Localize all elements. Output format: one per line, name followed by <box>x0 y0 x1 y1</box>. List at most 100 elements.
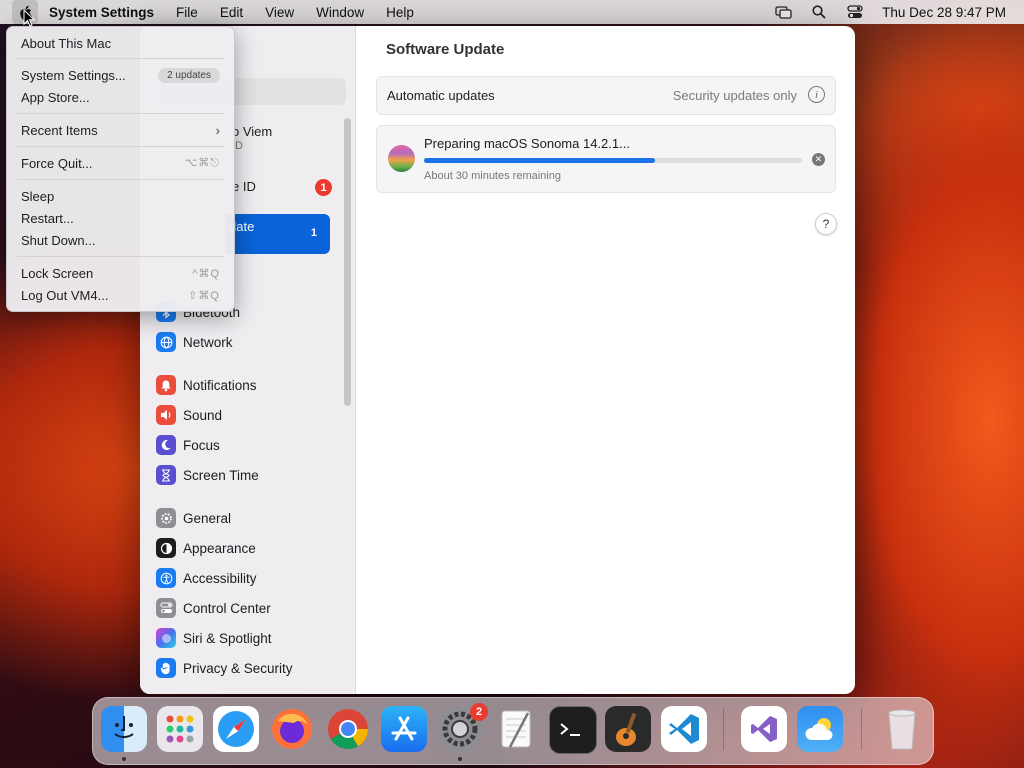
sidebar-item-label: General <box>183 510 232 526</box>
menu-edit[interactable]: Edit <box>209 5 254 20</box>
dock-safari-icon[interactable] <box>213 706 259 752</box>
sidebar-item-siri-spotlight[interactable]: Siri & Spotlight <box>156 626 272 650</box>
sidebar-item-apple-id[interactable]: e ID 1 <box>232 179 332 199</box>
hourglass-icon <box>156 465 176 485</box>
moon-icon <box>156 435 176 455</box>
menu-item-sleep[interactable]: Sleep <box>21 186 220 206</box>
menu-item-label: About This Mac <box>21 35 112 51</box>
accessibility-icon <box>156 568 176 588</box>
screen-mirroring-icon[interactable] <box>774 5 792 19</box>
shortcut-label: ⇧⌘Q <box>188 289 220 302</box>
sidebar-item-notifications[interactable]: Notifications <box>156 373 257 397</box>
menu-separator <box>17 58 224 59</box>
toggles-icon <box>156 598 176 618</box>
menu-item-log-out[interactable]: Log Out VM4... ⇧⌘Q <box>21 285 220 305</box>
cancel-update-icon[interactable]: ✕ <box>812 153 825 166</box>
mouse-cursor-icon <box>23 9 35 27</box>
menu-item-app-store[interactable]: App Store... <box>21 87 220 107</box>
shortcut-label: ⌥⌘⎋ <box>184 157 220 169</box>
apple-menu-dropdown: About This Mac System Settings... 2 upda… <box>6 26 235 312</box>
sidebar-item-accessibility[interactable]: Accessibility <box>156 566 257 590</box>
sidebar-item-control-center[interactable]: Control Center <box>156 596 271 620</box>
menu-file[interactable]: File <box>165 5 209 20</box>
dock-weather-icon[interactable] <box>797 706 843 752</box>
menu-clock[interactable]: Thu Dec 28 9:47 PM <box>882 5 1006 20</box>
updates-badge: 2 updates <box>158 67 220 83</box>
update-status: About 30 minutes remaining <box>424 170 561 182</box>
menu-item-shut-down[interactable]: Shut Down... <box>21 230 220 250</box>
sidebar-item-label: Appearance <box>183 540 256 556</box>
sidebar-item-appearance[interactable]: Appearance <box>156 536 256 560</box>
sidebar-item-label: Accessibility <box>183 570 257 586</box>
menu-item-recent-items[interactable]: Recent Items › <box>21 120 220 140</box>
menu-window[interactable]: Window <box>305 5 375 20</box>
help-button[interactable]: ? <box>815 213 837 235</box>
menu-item-label: App Store... <box>21 89 90 105</box>
menu-item-label: Restart... <box>21 210 74 226</box>
sidebar-item-sound[interactable]: Sound <box>156 403 222 427</box>
globe-icon <box>156 332 176 352</box>
page-title: Software Update <box>386 41 505 58</box>
sidebar-item-label: Sound <box>183 407 223 423</box>
dock-textedit-icon[interactable] <box>493 706 539 752</box>
sidebar-item-label: Network <box>183 334 233 350</box>
menu-help[interactable]: Help <box>375 5 425 20</box>
software-update-badge: 1 <box>310 227 317 239</box>
sidebar-item-general[interactable]: General <box>156 506 231 530</box>
sidebar-item-privacy-security[interactable]: Privacy & Security <box>156 656 293 680</box>
dock-app-store-icon[interactable] <box>381 706 427 752</box>
sidebar-item-screen-time[interactable]: Screen Time <box>156 463 259 487</box>
dock-firefox-icon[interactable] <box>269 706 315 752</box>
menu-item-restart[interactable]: Restart... <box>21 208 220 228</box>
running-indicator <box>458 757 462 761</box>
gear-icon <box>156 508 176 528</box>
dock-garageband-icon[interactable] <box>605 706 651 752</box>
sidebar-item-network[interactable]: Network <box>156 330 233 354</box>
dock-launchpad-icon[interactable] <box>157 706 203 752</box>
system-settings-badge: 2 <box>470 703 488 721</box>
sidebar-item-label: Control Center <box>183 600 271 616</box>
menu-item-system-settings[interactable]: System Settings... 2 updates <box>21 65 220 85</box>
menu-item-label: Shut Down... <box>21 232 96 248</box>
dock-finder-icon[interactable] <box>101 706 147 752</box>
sidebar-item-label: Focus <box>183 437 220 453</box>
menu-view[interactable]: View <box>254 5 305 20</box>
menu-app-name[interactable]: System Settings <box>38 5 165 20</box>
info-icon[interactable]: i <box>808 86 825 103</box>
appearance-icon <box>156 538 176 558</box>
sidebar-scrollbar[interactable] <box>344 118 351 406</box>
menu-item-about[interactable]: About This Mac <box>21 33 220 53</box>
dock-vscode-icon[interactable] <box>661 706 707 752</box>
menu-bar: System Settings File Edit View Window He… <box>0 0 1024 24</box>
dock-visual-studio-icon[interactable] <box>741 706 787 752</box>
sidebar-item-focus[interactable]: Focus <box>156 433 220 457</box>
siri-icon <box>156 628 176 648</box>
menu-item-label: Lock Screen <box>21 265 94 281</box>
account-row[interactable]: o Viem ID <box>232 124 272 152</box>
menu-separator <box>17 113 224 114</box>
menu-separator <box>17 146 224 147</box>
sidebar-item-software-update[interactable]: date 1 <box>225 214 330 254</box>
shortcut-label: ^⌘Q <box>192 267 220 280</box>
control-center-icon[interactable] <box>846 5 864 19</box>
speaker-icon <box>156 405 176 425</box>
apple-id-badge: 1 <box>315 179 332 196</box>
menu-item-lock-screen[interactable]: Lock Screen ^⌘Q <box>21 263 220 283</box>
apple-id-label: e ID <box>232 179 256 194</box>
menu-item-force-quit[interactable]: Force Quit... ⌥⌘⎋ <box>21 153 220 173</box>
automatic-updates-label: Automatic updates <box>387 88 495 103</box>
macos-sonoma-icon <box>388 145 415 172</box>
running-indicator <box>122 757 126 761</box>
menu-item-label: System Settings... <box>21 67 126 83</box>
sidebar-item-label: Privacy & Security <box>183 660 293 676</box>
dock-chrome-icon[interactable] <box>325 706 371 752</box>
sidebar-item-label: Notifications <box>183 377 257 393</box>
update-progress-bar <box>424 158 802 163</box>
automatic-updates-value: Security updates only <box>672 88 797 103</box>
hand-icon <box>156 658 176 678</box>
dock-terminal-icon[interactable] <box>549 706 597 754</box>
spotlight-search-icon[interactable] <box>810 5 828 19</box>
dock-separator <box>861 708 862 750</box>
dock-trash-icon[interactable] <box>879 706 925 752</box>
dock-separator <box>723 708 724 750</box>
